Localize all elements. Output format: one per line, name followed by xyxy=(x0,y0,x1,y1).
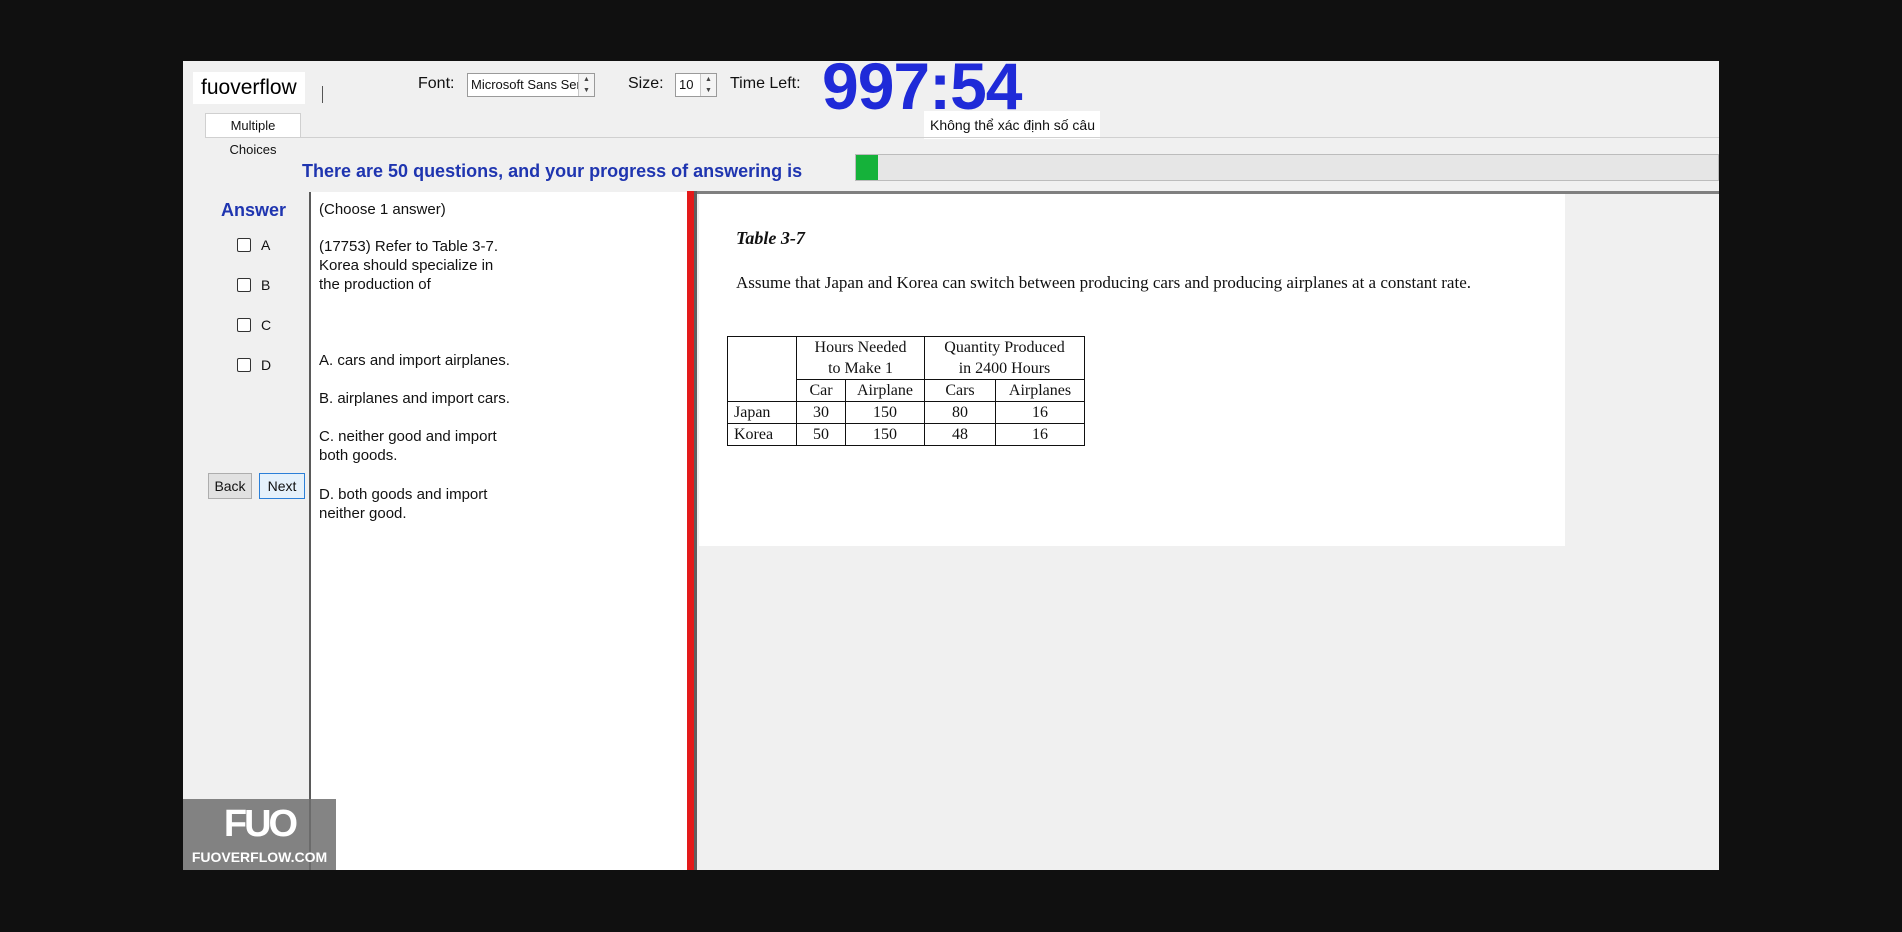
progress-label: There are 50 questions, and your progres… xyxy=(302,161,803,181)
next-button[interactable]: Next xyxy=(259,473,305,499)
table-cell: 80 xyxy=(924,401,996,424)
checkbox-a[interactable] xyxy=(237,238,251,252)
data-table: Hours Needed to Make 1 Quantity Produced… xyxy=(727,336,1085,446)
font-select[interactable]: Microsoft Sans Serif ▲ ▼ xyxy=(467,73,595,97)
progress-bar-fill xyxy=(856,155,878,180)
exam-window: fuoverflow Font: Microsoft Sans Serif ▲ ▼… xyxy=(183,61,1719,870)
logo-mark: FUO xyxy=(223,803,298,845)
option-label-b: B xyxy=(261,277,271,293)
question-stem-line: (17753) Refer to Table 3-7. xyxy=(319,238,498,255)
option-label-a: A xyxy=(261,237,271,253)
brand-label: fuoverflow xyxy=(193,72,305,104)
group-header-line: to Make 1 xyxy=(828,360,893,377)
progress-bar xyxy=(855,154,1719,181)
answer-heading: Answer xyxy=(221,200,287,220)
text-cursor xyxy=(322,86,323,103)
font-select-value: Microsoft Sans Serif xyxy=(471,77,588,92)
logo-url: FUOVERFLOW.COM xyxy=(191,849,328,865)
choice-c-text-cont: both goods. xyxy=(319,447,398,464)
table-cell: 16 xyxy=(995,423,1085,446)
font-label: Font: xyxy=(418,75,455,92)
option-label-d: D xyxy=(261,357,272,373)
tab-multiple-choices[interactable]: Multiple Choices xyxy=(205,113,301,157)
viewer-border xyxy=(694,191,697,870)
table-header-row: Hours Needed to Make 1 Quantity Produced… xyxy=(727,336,1085,402)
status-chip: Không thể xác định số câu xyxy=(924,111,1100,139)
size-label: Size: xyxy=(628,75,664,92)
table-cell: 50 xyxy=(796,423,846,446)
choice-a-text: A. cars and import airplanes. xyxy=(319,352,510,369)
column-header: Airplanes xyxy=(995,379,1085,402)
image-viewer-page: Table 3-7 Assume that Japan and Korea ca… xyxy=(699,194,1565,546)
document-body: Assume that Japan and Korea can switch b… xyxy=(736,273,1471,292)
column-header: Cars xyxy=(924,379,996,402)
question-stem-line: Korea should specialize in xyxy=(319,257,494,274)
group-header-line: Quantity Produced xyxy=(944,339,1065,356)
table-cell: 48 xyxy=(924,423,996,446)
question-stem-line: the production of xyxy=(319,276,431,293)
watermark-logo: FUO FUOVERFLOW.COM xyxy=(183,799,336,870)
font-spinner-arrows-icon[interactable]: ▲ ▼ xyxy=(578,74,594,96)
table-cell: 150 xyxy=(845,423,925,446)
column-header: Airplane xyxy=(845,379,925,402)
choice-d-text-cont: neither good. xyxy=(319,505,407,522)
choice-b-text: B. airplanes and import cars. xyxy=(319,390,510,407)
checkbox-d[interactable] xyxy=(237,358,251,372)
row-name: Korea xyxy=(727,423,797,446)
checkbox-c[interactable] xyxy=(237,318,251,332)
panel-splitter[interactable] xyxy=(687,191,694,870)
document-title: Table 3-7 xyxy=(736,228,805,248)
size-stepper-value: 10 xyxy=(679,77,694,92)
choice-c-text: C. neither good and import xyxy=(319,428,497,445)
question-instruction: (Choose 1 answer) xyxy=(319,201,446,218)
table-row: Japan 30 150 80 16 xyxy=(727,401,1085,424)
group-header-line: Hours Needed xyxy=(814,339,907,356)
question-panel: (Choose 1 answer) (17753) Refer to Table… xyxy=(309,192,692,870)
time-left-label: Time Left: xyxy=(730,75,801,92)
table-cell: 150 xyxy=(845,401,925,424)
option-label-c: C xyxy=(261,317,272,333)
row-name: Japan xyxy=(727,401,797,424)
checkbox-b[interactable] xyxy=(237,278,251,292)
table-row: Korea 50 150 48 16 xyxy=(727,423,1085,446)
table-cell: 16 xyxy=(995,401,1085,424)
choice-d-text: D. both goods and import xyxy=(319,486,488,503)
back-button[interactable]: Back xyxy=(208,473,252,499)
column-header: Car xyxy=(796,379,846,402)
table-cell: 30 xyxy=(796,401,846,424)
group-header-line: in 2400 Hours xyxy=(958,360,1051,377)
size-stepper[interactable]: 10 ▲ ▼ xyxy=(675,73,717,97)
group-header-quantity: Quantity Produced in 2400 Hours xyxy=(924,336,1085,380)
table-corner-cell xyxy=(727,336,797,402)
group-header-hours: Hours Needed to Make 1 xyxy=(796,336,925,380)
size-spinner-arrows-icon[interactable]: ▲ ▼ xyxy=(700,74,716,96)
